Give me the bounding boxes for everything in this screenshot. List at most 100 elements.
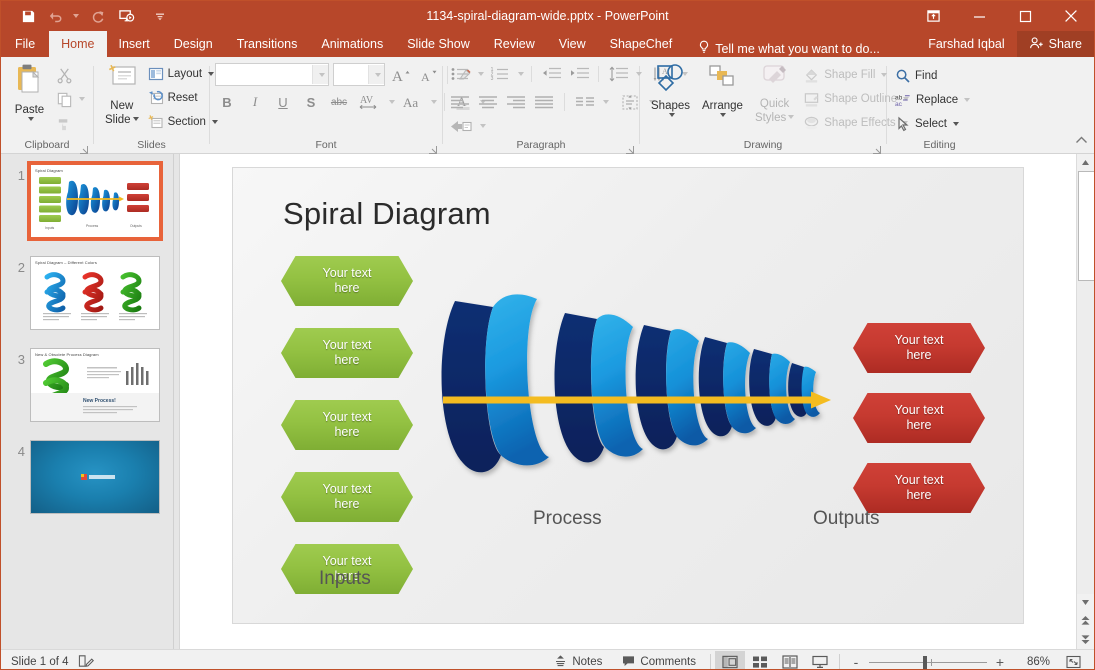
slide-sorter-view-button[interactable] (745, 651, 775, 670)
font-size-combobox[interactable] (333, 63, 385, 86)
slide-show-button[interactable] (805, 651, 835, 670)
find-button[interactable]: Find (892, 64, 973, 88)
decrease-font-size-button[interactable]: A (417, 64, 441, 86)
align-center-button[interactable] (476, 91, 500, 113)
change-case-button[interactable]: Aa (399, 91, 425, 113)
save-icon[interactable] (15, 4, 41, 28)
copy-button[interactable] (53, 87, 88, 111)
arrange-dropdown-icon[interactable] (720, 113, 726, 117)
character-spacing-dropdown-icon[interactable] (389, 100, 395, 104)
restore-icon[interactable] (1002, 1, 1048, 31)
tab-home[interactable]: Home (49, 31, 106, 57)
previous-slide-button[interactable] (1077, 611, 1094, 630)
close-icon[interactable] (1048, 1, 1094, 31)
tab-file[interactable]: File (1, 31, 49, 57)
line-spacing-button[interactable] (606, 63, 630, 85)
format-painter-button[interactable] (53, 111, 88, 135)
output-shape-2[interactable]: Your texthere (853, 393, 985, 443)
paste-button[interactable]: Paste (6, 61, 53, 123)
redo-icon[interactable] (85, 4, 111, 28)
arrange-button[interactable]: Arrange (696, 61, 749, 119)
ribbon-display-options-icon[interactable] (910, 1, 956, 31)
thumbnail-item-4[interactable]: 4 (1, 422, 173, 514)
shapes-button[interactable]: Shapes (645, 61, 696, 119)
replace-button[interactable]: abac Replace (892, 88, 973, 112)
outputs-label[interactable]: Outputs (813, 508, 880, 530)
inputs-label[interactable]: Inputs (319, 568, 371, 590)
thumbnail-item-2[interactable]: 2 Spiral Diagram – Different Colors (1, 238, 173, 330)
tab-review[interactable]: Review (482, 31, 547, 57)
slide-canvas[interactable]: Spiral Diagram Your texthere Your texthe… (233, 168, 1023, 623)
justify-button[interactable] (532, 91, 556, 113)
increase-indent-button[interactable] (567, 63, 591, 85)
shapes-dropdown-icon[interactable] (669, 113, 675, 117)
new-slide-button[interactable]: New Slide (99, 61, 145, 128)
font-name-input[interactable] (216, 65, 312, 84)
quick-styles-dropdown-icon[interactable] (788, 115, 794, 119)
notes-button[interactable]: Notes (544, 650, 612, 670)
user-account-name[interactable]: Farshad Iqbal (916, 31, 1016, 57)
reading-view-button[interactable] (775, 651, 805, 670)
tab-design[interactable]: Design (162, 31, 225, 57)
text-shadow-button[interactable]: S (299, 91, 323, 113)
scroll-up-button[interactable] (1077, 154, 1094, 171)
input-shape-3[interactable]: Your texthere (281, 400, 413, 450)
slide-editing-area[interactable]: Spiral Diagram Your texthere Your texthe… (180, 154, 1076, 649)
input-shape-1[interactable]: Your texthere (281, 256, 413, 306)
italic-button[interactable]: I (243, 91, 267, 113)
share-button[interactable]: Share (1017, 31, 1094, 57)
input-shape-4[interactable]: Your texthere (281, 472, 413, 522)
undo-icon[interactable] (43, 4, 69, 28)
zoom-level-label[interactable]: 86% (1012, 656, 1050, 668)
replace-dropdown-icon[interactable] (964, 98, 970, 102)
tell-me-search[interactable]: Tell me what you want to do... (698, 40, 880, 57)
increase-font-size-button[interactable]: A (389, 64, 413, 86)
tab-slide-show[interactable]: Slide Show (395, 31, 482, 57)
zoom-handle[interactable] (923, 656, 927, 669)
process-label[interactable]: Process (533, 508, 602, 530)
scrollbar-track[interactable] (1077, 171, 1094, 594)
quick-styles-button[interactable]: Quick Styles (749, 61, 800, 126)
numbering-dropdown-icon[interactable] (518, 72, 524, 76)
numbering-button[interactable]: 123 (488, 63, 512, 85)
normal-view-button[interactable] (715, 651, 745, 670)
thumbnail-item-1[interactable]: 1 Spiral Diagram (1, 154, 173, 238)
cut-button[interactable] (53, 63, 88, 87)
bullets-button[interactable] (448, 63, 472, 85)
minimize-icon[interactable] (956, 1, 1002, 31)
slide-vertical-scrollbar[interactable] (1076, 154, 1094, 649)
font-name-dropdown-icon[interactable] (312, 65, 328, 84)
thumbnail-slide-3[interactable]: New & Obsolete Process Diagram (30, 348, 160, 422)
undo-dropdown-icon[interactable] (73, 14, 79, 18)
comments-button[interactable]: Comments (612, 650, 706, 670)
drawing-dialog-launcher-icon[interactable] (872, 142, 882, 152)
paste-dropdown-icon[interactable] (28, 117, 34, 121)
change-case-dropdown-icon[interactable] (431, 100, 437, 104)
convert-to-smartart-button[interactable] (448, 115, 474, 137)
fit-slide-to-window-button[interactable] (1058, 651, 1088, 670)
tab-view[interactable]: View (547, 31, 598, 57)
new-slide-dropdown-icon[interactable] (133, 117, 139, 121)
strikethrough-button[interactable]: abc (327, 91, 351, 113)
spiral-diagram-graphic[interactable] (441, 283, 841, 513)
tab-shapechef[interactable]: ShapeChef (598, 31, 685, 57)
scroll-down-button[interactable] (1077, 594, 1094, 611)
bold-button[interactable]: B (215, 91, 239, 113)
scrollbar-thumb[interactable] (1078, 171, 1095, 281)
tab-insert[interactable]: Insert (107, 31, 162, 57)
select-dropdown-icon[interactable] (953, 122, 959, 126)
thumbnail-slide-1[interactable]: Spiral Diagram (30, 164, 160, 238)
tab-animations[interactable]: Animations (309, 31, 395, 57)
columns-dropdown-icon[interactable] (603, 100, 609, 104)
start-presentation-icon[interactable] (113, 4, 139, 28)
copy-dropdown-icon[interactable] (79, 97, 85, 101)
columns-button[interactable] (573, 91, 597, 113)
output-shape-3[interactable]: Your texthere (853, 463, 985, 513)
slide-thumbnail-pane[interactable]: 1 Spiral Diagram (1, 154, 174, 649)
align-left-button[interactable] (448, 91, 472, 113)
thumbnail-item-3[interactable]: 3 New & Obsolete Process Diagram (1, 330, 173, 422)
paragraph-dialog-launcher-icon[interactable] (625, 142, 635, 152)
next-slide-button[interactable] (1077, 630, 1094, 649)
output-shape-1[interactable]: Your texthere (853, 323, 985, 373)
zoom-in-button[interactable]: + (994, 655, 1006, 669)
